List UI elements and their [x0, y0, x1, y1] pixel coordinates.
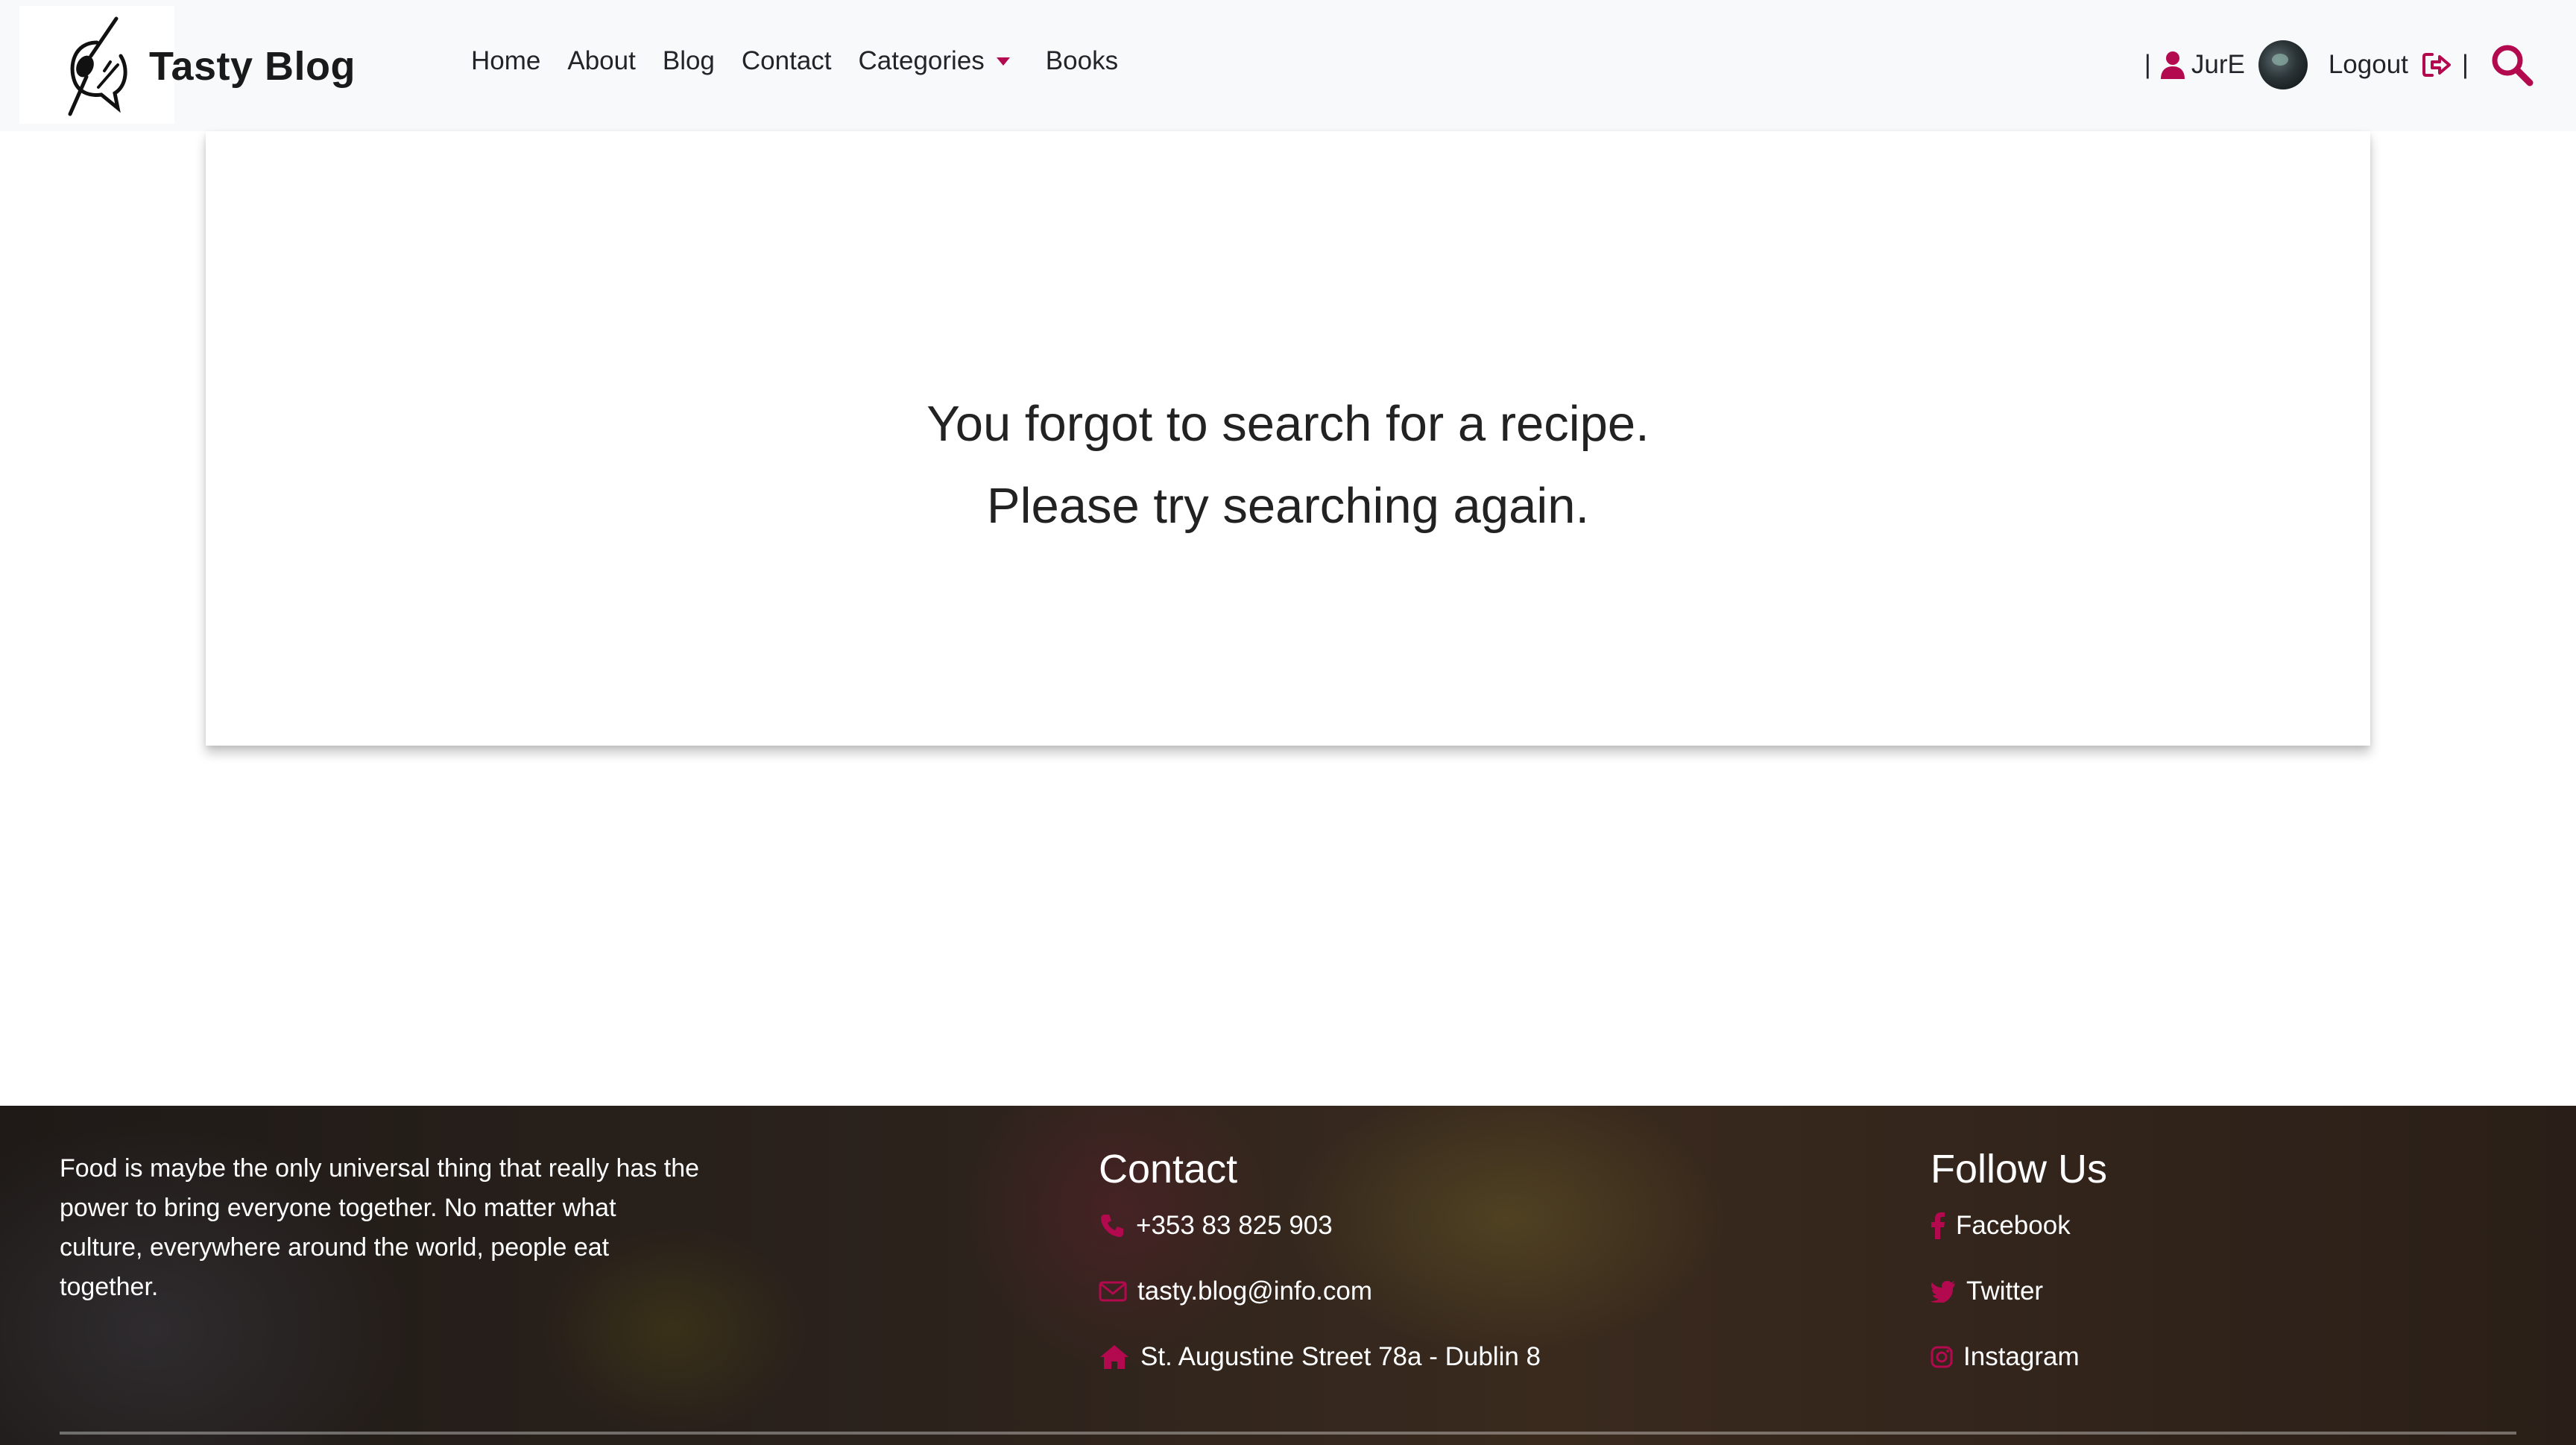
logout-icon[interactable]: [2422, 51, 2452, 78]
main-nav: Home About Blog Contact Categories Books: [471, 46, 1145, 76]
nav-about-link[interactable]: About: [567, 46, 635, 76]
username[interactable]: JurE: [2191, 50, 2245, 80]
nav-categories-label: Categories: [858, 46, 985, 75]
nav-contact-link[interactable]: Contact: [742, 46, 832, 76]
contact-phone-text: +353 83 825 903: [1136, 1211, 1333, 1240]
home-icon: [1100, 1345, 1128, 1369]
footer-about-text: Food is maybe the only universal thing t…: [60, 1154, 700, 1301]
contact-phone: +353 83 825 903: [1099, 1206, 1541, 1246]
phone-icon: [1101, 1215, 1123, 1237]
follow-heading: Follow Us: [1931, 1147, 2108, 1191]
spoon-fork-logo-icon: [68, 16, 127, 116]
instagram-label: Instagram: [1963, 1342, 2080, 1371]
instagram-link[interactable]: Instagram: [1931, 1337, 2107, 1377]
avatar[interactable]: [2258, 40, 2308, 89]
twitter-link[interactable]: Twitter: [1931, 1271, 2107, 1312]
logout-link[interactable]: Logout: [2329, 50, 2408, 80]
twitter-icon: [1931, 1281, 1955, 1303]
nav-blog-link[interactable]: Blog: [663, 46, 715, 76]
footer-contact-section: Contact +353 83 825 903 tasty.blog@info.…: [1099, 1146, 1541, 1402]
nav-categories-dropdown[interactable]: Categories: [859, 46, 1010, 76]
envelope-icon: [1099, 1281, 1127, 1302]
separator: |: [2461, 50, 2469, 79]
facebook-link[interactable]: Facebook: [1931, 1206, 2107, 1246]
facebook-label: Facebook: [1956, 1211, 2071, 1240]
user-nav: | JurE Logout |: [2138, 40, 2534, 89]
nav-home-link[interactable]: Home: [471, 46, 540, 76]
contact-email-text[interactable]: tasty.blog@info.com: [1137, 1276, 1372, 1306]
user-icon: [2160, 51, 2185, 79]
twitter-label: Twitter: [1966, 1276, 2044, 1306]
facebook-icon: [1931, 1212, 1945, 1239]
caret-down-icon: [996, 57, 1010, 66]
nav-books-link[interactable]: Books: [1046, 46, 1118, 76]
search-icon[interactable]: [2490, 42, 2534, 87]
retry-search-message: Please try searching again.: [986, 478, 1590, 534]
contact-address: St. Augustine Street 78a - Dublin 8: [1099, 1337, 1541, 1377]
brand-name[interactable]: Tasty Blog: [149, 43, 356, 89]
contact-address-text: St. Augustine Street 78a - Dublin 8: [1140, 1342, 1541, 1371]
search-message-card: You forgot to search for a recipe. Pleas…: [206, 131, 2370, 746]
footer-divider: [60, 1432, 2516, 1435]
footer-follow-section: Follow Us Facebook Twitter Instagram: [1931, 1146, 2107, 1402]
navbar: Tasty Blog Home About Blog Contact Categ…: [0, 0, 2576, 131]
empty-search-message: You forgot to search for a recipe.: [926, 396, 1650, 452]
separator: |: [2144, 50, 2151, 79]
footer: Food is maybe the only universal thing t…: [0, 1106, 2576, 1445]
contact-email: tasty.blog@info.com: [1099, 1271, 1541, 1312]
instagram-icon: [1931, 1346, 1953, 1368]
contact-heading: Contact: [1099, 1147, 1238, 1191]
